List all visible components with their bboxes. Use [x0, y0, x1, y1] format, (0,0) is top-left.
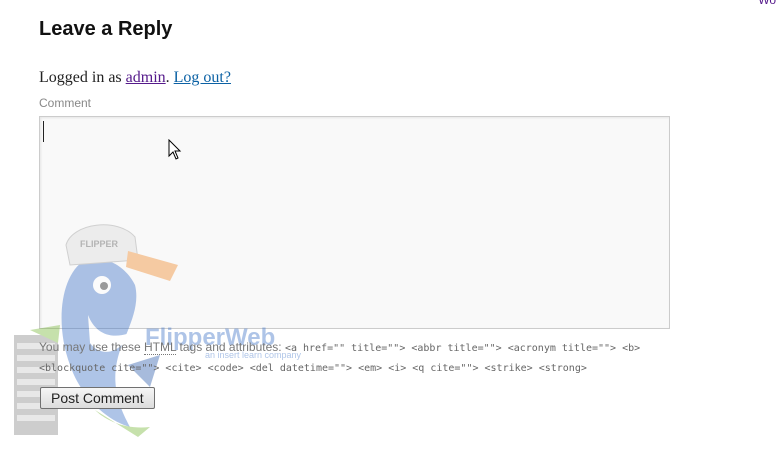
text-caret	[43, 121, 44, 142]
comment-label: Comment	[39, 96, 92, 110]
top-right-link[interactable]: Wo	[758, 0, 776, 7]
allowed-tags-hint: You may use these HTML tags and attribut…	[39, 338, 679, 378]
hint-prefix: You may use these	[39, 340, 144, 354]
reply-title: Leave a Reply	[39, 18, 173, 40]
post-comment-button[interactable]: Post Comment	[40, 387, 155, 409]
logged-in-as: Logged in as admin. Log out?	[39, 69, 231, 87]
admin-user-link[interactable]: admin	[126, 69, 166, 86]
logout-link[interactable]: Log out?	[174, 69, 231, 86]
mouse-pointer-icon	[168, 139, 182, 160]
comment-textarea[interactable]	[39, 116, 670, 329]
logged-in-separator: .	[165, 69, 174, 86]
hint-suffix: tags and attributes:	[176, 340, 285, 354]
html-abbr: HTML	[143, 340, 177, 355]
logged-in-prefix: Logged in as	[39, 69, 126, 86]
